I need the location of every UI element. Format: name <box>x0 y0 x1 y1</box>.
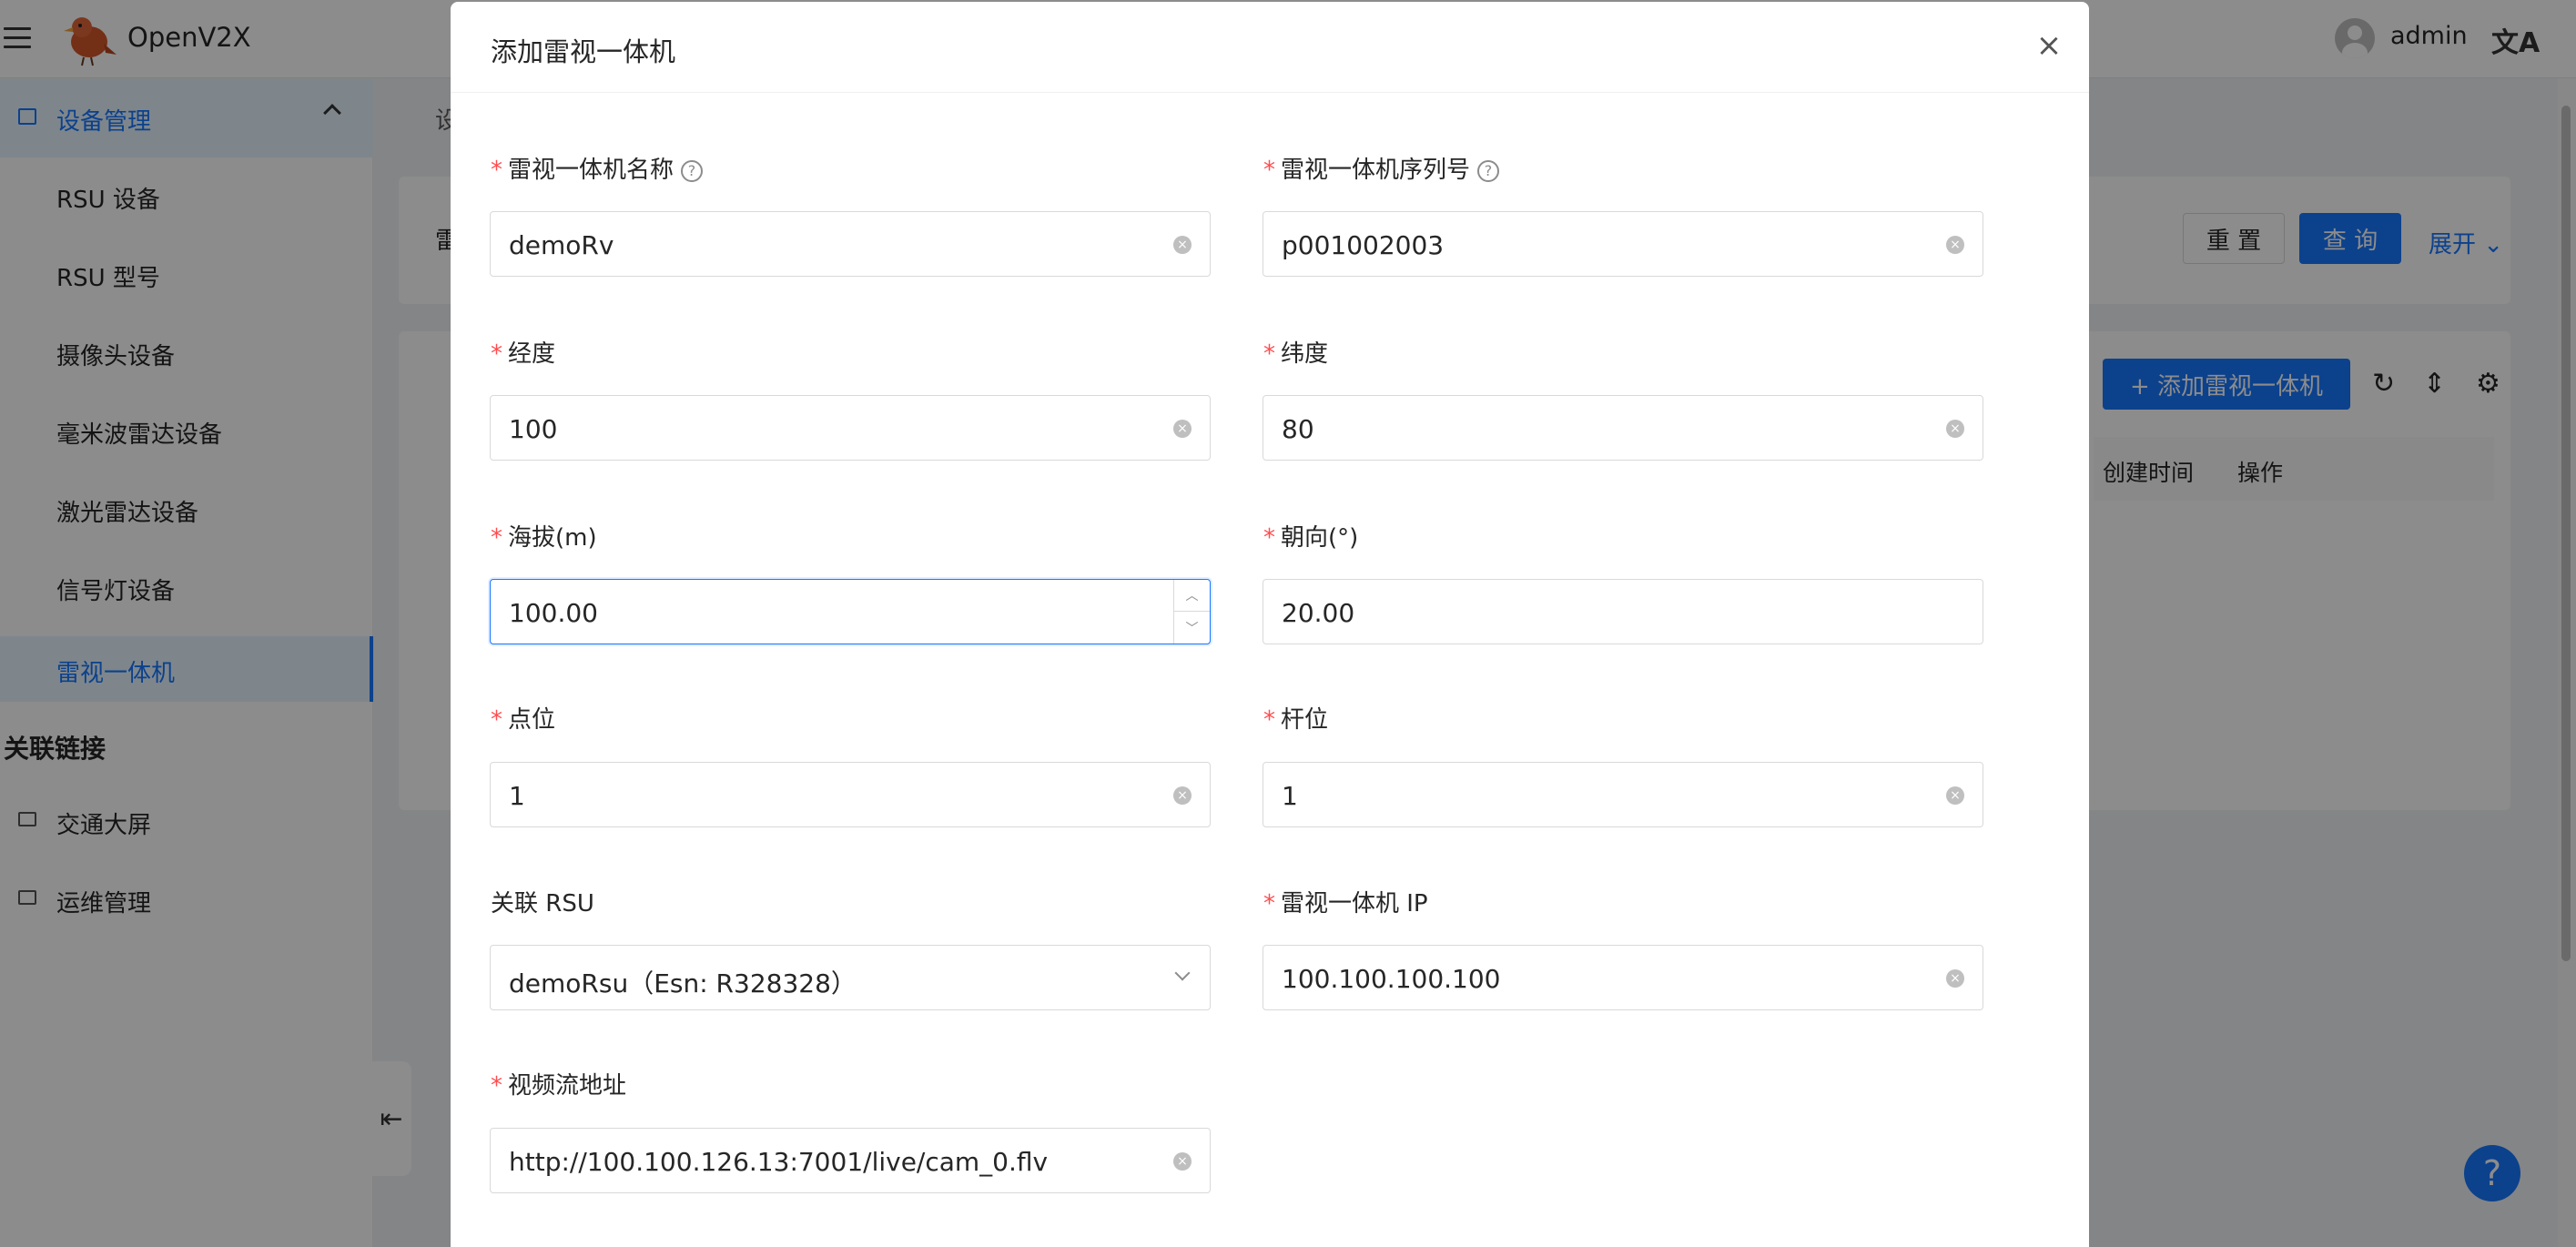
select-value: demoRsu（Esn: R328328） <box>509 968 857 999</box>
clear-icon[interactable]: × <box>1173 1152 1192 1171</box>
input-value: 100.100.100.100 <box>1282 964 1501 994</box>
modal-header: 添加雷视一体机 × <box>451 2 2089 93</box>
ip-input[interactable]: 100.100.100.100 × <box>1263 945 1983 1010</box>
input-value: 1 <box>509 781 525 811</box>
add-radar-vision-modal: 添加雷视一体机 × * 雷视一体机名称? demoRv × * 雷视一体机序列号? … <box>451 2 2089 1247</box>
modal-title: 添加雷视一体机 <box>491 36 676 67</box>
label-text: 海拔(m) <box>508 524 597 552</box>
label-heading: * 朝向(°) <box>1263 524 1359 552</box>
label-stream: * 视频流地址 <box>491 1072 627 1100</box>
clear-icon[interactable]: × <box>1173 236 1192 254</box>
label-text: 点位 <box>508 706 556 734</box>
label-serial: * 雷视一体机序列号? <box>1263 151 1500 185</box>
label-text: 雷视一体机名称 <box>508 157 674 184</box>
label-longitude: * 经度 <box>491 340 556 368</box>
label-name: * 雷视一体机名称? <box>491 151 704 185</box>
clear-icon[interactable]: × <box>1946 420 1964 438</box>
input-value: 1 <box>1282 781 1298 811</box>
input-value: demoRv <box>509 230 614 260</box>
input-value: 20.00 <box>1282 598 1355 628</box>
label-text: 朝向(°) <box>1281 524 1359 552</box>
input-value: http://100.100.126.13:7001/live/cam_0.fl… <box>509 1147 1049 1177</box>
clear-icon[interactable]: × <box>1173 420 1192 438</box>
input-value: p001002003 <box>1282 230 1445 260</box>
name-input[interactable]: demoRv × <box>490 211 1211 277</box>
latitude-input[interactable]: 80 × <box>1263 395 1983 461</box>
chevron-down-icon <box>1174 965 1191 981</box>
input-value: 100.00 <box>509 598 598 628</box>
label-text: 雷视一体机 IP <box>1281 890 1428 918</box>
point-input[interactable]: 1 × <box>490 762 1211 827</box>
input-value: 100 <box>509 414 558 444</box>
number-stepper[interactable]: ︿ ﹀ <box>1173 580 1210 644</box>
label-text: 视频流地址 <box>508 1072 627 1100</box>
rsu-select[interactable]: demoRsu（Esn: R328328） <box>490 945 1211 1010</box>
clear-icon[interactable]: × <box>1946 969 1964 988</box>
heading-input[interactable]: 20.00 <box>1263 579 1983 644</box>
label-rsu: 关联 RSU <box>491 885 594 918</box>
longitude-input[interactable]: 100 × <box>490 395 1211 461</box>
clear-icon[interactable]: × <box>1946 236 1964 254</box>
label-text: 杆位 <box>1281 706 1329 734</box>
label-ip: * 雷视一体机 IP <box>1263 890 1428 918</box>
label-point: * 点位 <box>491 706 556 734</box>
serial-input[interactable]: p001002003 × <box>1263 211 1983 277</box>
close-icon[interactable]: × <box>2033 29 2065 62</box>
label-text: 纬度 <box>1281 340 1329 368</box>
label-altitude: * 海拔(m) <box>491 524 597 552</box>
clear-icon[interactable]: × <box>1173 786 1192 805</box>
label-pole: * 杆位 <box>1263 706 1329 734</box>
help-circle-icon[interactable]: ? <box>681 160 704 182</box>
stream-url-input[interactable]: http://100.100.126.13:7001/live/cam_0.fl… <box>490 1128 1211 1193</box>
label-text: 关联 RSU <box>491 890 594 918</box>
label-text: 经度 <box>508 340 556 368</box>
clear-icon[interactable]: × <box>1946 786 1964 805</box>
pole-input[interactable]: 1 × <box>1263 762 1983 827</box>
help-circle-icon[interactable]: ? <box>1477 160 1500 182</box>
altitude-input[interactable]: 100.00 ︿ ﹀ <box>490 579 1211 644</box>
stepper-down-icon[interactable]: ﹀ <box>1174 612 1210 644</box>
label-text: 雷视一体机序列号 <box>1281 157 1471 184</box>
stepper-up-icon[interactable]: ︿ <box>1174 580 1210 612</box>
input-value: 80 <box>1282 414 1314 444</box>
label-latitude: * 纬度 <box>1263 340 1329 368</box>
